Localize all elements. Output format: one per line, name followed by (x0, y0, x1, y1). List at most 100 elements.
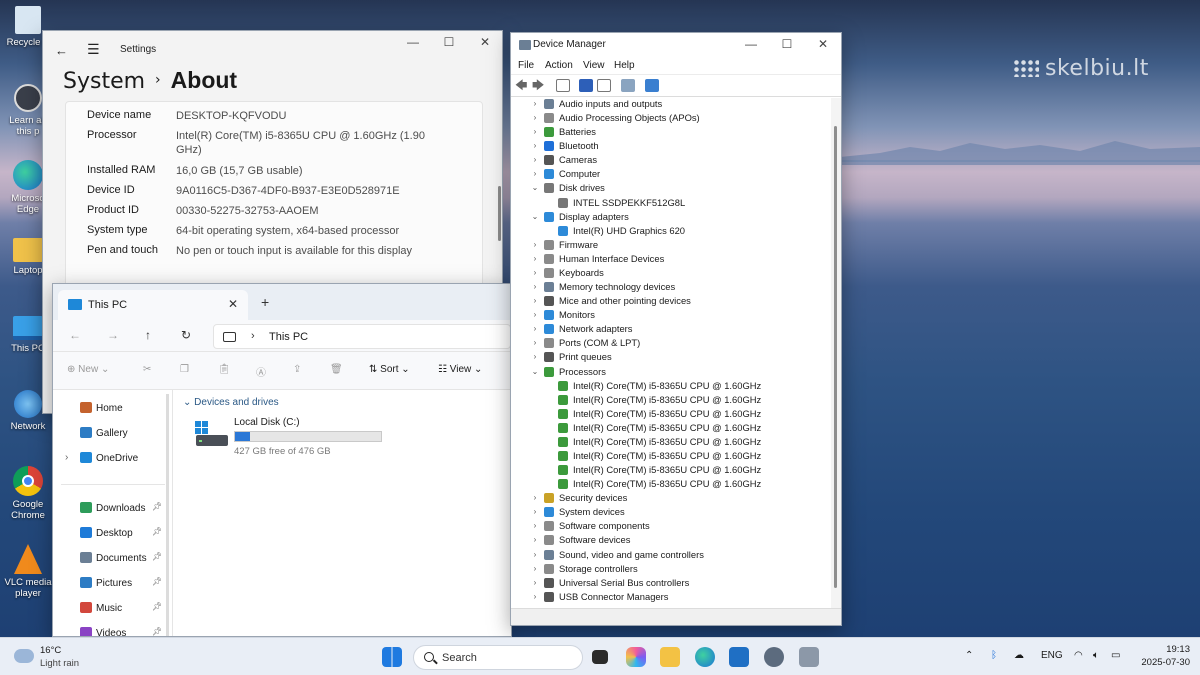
settings-scrollbar[interactable] (498, 186, 501, 241)
chevron-right-icon[interactable]: › (530, 295, 540, 307)
chevron-right-icon[interactable]: › (530, 281, 540, 293)
desktop-icon-chrome[interactable]: Google Chrome (0, 466, 56, 521)
device-category[interactable]: › Storage controllers (511, 563, 827, 577)
chevron-right-icon[interactable]: › (530, 140, 540, 152)
start-windows-icon[interactable] (382, 647, 402, 667)
menu-help[interactable]: Help (614, 60, 635, 71)
device-category[interactable]: ⌄ Display adapters (511, 211, 827, 225)
refresh-icon[interactable]: ↻ (181, 328, 191, 342)
device-category[interactable]: › Network adapters (511, 323, 827, 337)
chevron-down-icon[interactable]: ⌄ (530, 366, 540, 378)
chevron-right-icon[interactable]: › (530, 154, 540, 166)
device-category[interactable]: › Ports (COM & LPT) (511, 337, 827, 351)
device-category[interactable]: › Firmware (511, 239, 827, 253)
device-category[interactable]: › Monitors (511, 309, 827, 323)
close-button[interactable]: ✕ (467, 31, 502, 55)
chevron-right-icon[interactable]: › (530, 239, 540, 251)
copy-icon[interactable]: ❐ (180, 364, 189, 375)
device-category[interactable]: ⌄ Processors (511, 366, 827, 380)
device-category[interactable]: › Memory technology devices (511, 281, 827, 295)
tab-this-pc[interactable]: This PC ✕ (58, 290, 248, 320)
tab-close-icon[interactable]: ✕ (228, 297, 238, 311)
device-category[interactable]: › Cameras (511, 154, 827, 168)
language-indicator[interactable]: ENG (1041, 650, 1063, 661)
pin-icon[interactable]: 📌︎ (152, 552, 162, 561)
chevron-right-icon[interactable]: › (530, 549, 540, 561)
volume-icon[interactable]: 🔈︎ (1093, 650, 1099, 661)
device-item[interactable]: Intel(R) Core(TM) i5-8365U CPU @ 1.60GHz (511, 436, 827, 450)
sidebar-item-downloads[interactable]: Downloads 📌︎ (80, 502, 162, 514)
device-category[interactable]: › Batteries (511, 126, 827, 140)
maximize-button[interactable]: ☐ (431, 31, 467, 55)
forward-arrow-icon[interactable]: 🡆 (532, 79, 546, 92)
back-arrow-icon[interactable]: 🡄 (515, 79, 529, 92)
monitor-icon[interactable] (645, 79, 659, 92)
bluetooth-icon[interactable]: ᛒ (991, 650, 997, 661)
device-item[interactable]: Intel(R) Core(TM) i5-8365U CPU @ 1.60GHz (511, 380, 827, 394)
file-explorer-icon[interactable] (660, 647, 680, 667)
chevron-up-icon[interactable]: ⌃ (965, 650, 973, 661)
onedrive-expand-chevron-icon[interactable]: › (65, 452, 68, 463)
taskbar-search-box[interactable]: Search (413, 645, 583, 670)
sidebar-item-videos[interactable]: Videos 📌︎ (80, 627, 162, 636)
sidebar-item-onedrive[interactable]: OneDrive (80, 452, 138, 464)
device-category[interactable]: › Software devices (511, 534, 827, 548)
back-icon[interactable]: ← (69, 328, 81, 342)
chevron-right-icon[interactable]: › (530, 309, 540, 321)
rename-icon[interactable]: Ⓐ (256, 364, 266, 379)
wifi-icon[interactable]: ◠ (1074, 650, 1083, 661)
minimize-button[interactable]: — (733, 33, 769, 57)
sidebar-item-music[interactable]: Music 📌︎ (80, 602, 162, 614)
delete-icon[interactable]: 🗑︎ (330, 364, 343, 375)
device-item[interactable]: Intel(R) Core(TM) i5-8365U CPU @ 1.60GHz (511, 394, 827, 408)
new-tab-button[interactable]: + (261, 294, 269, 310)
pin-icon[interactable]: 📌︎ (152, 577, 162, 586)
device-item[interactable]: Intel(R) Core(TM) i5-8365U CPU @ 1.60GHz (511, 450, 827, 464)
chevron-right-icon[interactable]: › (530, 126, 540, 138)
navigation-pane-scrollbar[interactable] (166, 394, 169, 636)
address-crumb[interactable]: This PC (269, 331, 308, 343)
copilot-icon[interactable] (626, 647, 646, 667)
chevron-down-icon[interactable]: ⌄ (530, 182, 540, 194)
chevron-right-icon[interactable]: › (530, 506, 540, 518)
device-category[interactable]: › Audio inputs and outputs (511, 98, 827, 112)
device-category[interactable]: › USB Connector Managers (511, 591, 827, 605)
up-arrow-icon[interactable]: ↑ (145, 328, 151, 342)
pin-icon[interactable]: 📌︎ (152, 627, 162, 636)
device-item[interactable]: Intel(R) Core(TM) i5-8365U CPU @ 1.60GHz (511, 478, 827, 492)
hamburger-menu-icon[interactable]: ☰ (87, 41, 100, 58)
store-icon[interactable] (729, 647, 749, 667)
sort-button[interactable]: ⇅ Sort ⌄ (369, 364, 410, 375)
device-item[interactable]: Intel(R) Core(TM) i5-8365U CPU @ 1.60GHz (511, 408, 827, 422)
device-category[interactable]: › Bluetooth (511, 140, 827, 154)
paste-icon[interactable]: 📋︎ (218, 364, 231, 375)
device-category[interactable]: › Security devices (511, 492, 827, 506)
chevron-right-icon[interactable]: › (530, 323, 540, 335)
sidebar-item-desktop[interactable]: Desktop 📌︎ (80, 527, 162, 539)
scan-hardware-icon[interactable] (621, 79, 635, 92)
maximize-button[interactable]: ☐ (769, 33, 805, 57)
device-item[interactable]: Intel(R) Core(TM) i5-8365U CPU @ 1.60GHz (511, 422, 827, 436)
device-category[interactable]: › Audio Processing Objects (APOs) (511, 112, 827, 126)
close-button[interactable]: ✕ (805, 33, 841, 57)
desktop-icon-vlc[interactable]: VLC media player (0, 544, 56, 599)
sidebar-item-home[interactable]: Home (80, 402, 123, 414)
help-icon[interactable] (579, 79, 593, 92)
chevron-right-icon[interactable]: › (530, 112, 540, 124)
devices-group-header[interactable]: ⌄ Devices and drives (183, 397, 279, 408)
chevron-right-icon[interactable]: › (530, 168, 540, 180)
menu-view[interactable]: View (583, 60, 605, 71)
chevron-right-icon[interactable]: › (530, 591, 540, 603)
new-button[interactable]: ⊕ New ⌄ (67, 364, 109, 375)
drive-local-disk-c[interactable]: Local Disk (C:) 427 GB free of 476 GB (195, 414, 395, 457)
device-category[interactable]: › Computer (511, 168, 827, 182)
device-item[interactable]: Intel(R) Core(TM) i5-8365U CPU @ 1.60GHz (511, 464, 827, 478)
device-item[interactable]: Intel(R) UHD Graphics 620 (511, 225, 827, 239)
chevron-right-icon[interactable]: › (530, 337, 540, 349)
sidebar-item-documents[interactable]: Documents 📌︎ (80, 552, 162, 564)
device-tree-vertical-scrollbar[interactable] (831, 98, 841, 608)
pin-icon[interactable]: 📌︎ (152, 502, 162, 511)
share-icon[interactable]: ⇪ (293, 364, 301, 375)
chevron-right-icon[interactable]: › (530, 563, 540, 575)
task-view-icon[interactable] (592, 650, 608, 664)
